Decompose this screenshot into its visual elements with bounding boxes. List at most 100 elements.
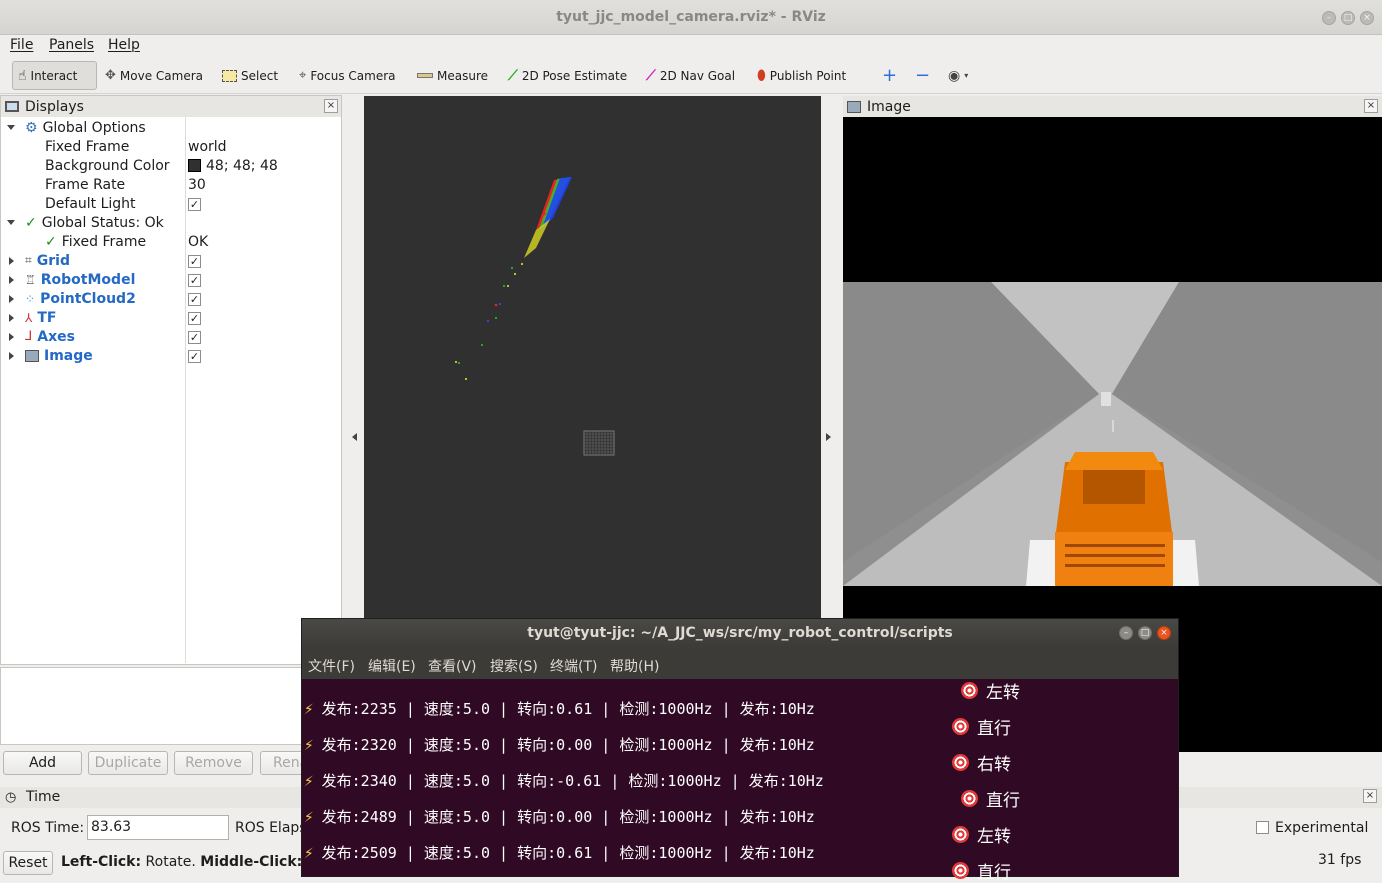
tree-row-fixed-frame[interactable]: Fixed Frame world	[1, 137, 341, 156]
column-divider[interactable]	[185, 117, 186, 663]
collapse-right-icon[interactable]	[826, 433, 831, 441]
add-tool-icon[interactable]: +	[877, 61, 902, 90]
image-icon	[847, 100, 861, 113]
remove-tool-icon[interactable]: −	[910, 61, 935, 90]
direction-text: 左转	[977, 827, 1011, 847]
tree-row-image[interactable]: Image ✓	[1, 346, 341, 365]
robot-icon: ♖	[25, 272, 36, 287]
experimental-label: Experimental	[1275, 820, 1369, 836]
terminal-window[interactable]: tyut@tyut-jjc: ~/A_JJC_ws/src/my_robot_c…	[301, 618, 1179, 883]
tree-row-global-options[interactable]: ⚙ Global Options	[1, 118, 341, 137]
displays-close-button[interactable]: ×	[324, 99, 338, 113]
close-button[interactable]: ×	[1360, 11, 1374, 25]
tree-row-robotmodel[interactable]: ♖ RobotModel ✓	[1, 270, 341, 289]
monitor-icon	[5, 101, 19, 112]
tree-row-status-fixed-frame[interactable]: ✓ Fixed Frame OK	[1, 232, 341, 251]
duplicate-button[interactable]: Duplicate	[88, 751, 168, 775]
terminal-menu-search[interactable]: 搜索(S)	[490, 656, 538, 676]
tf-icon: ⅄	[25, 310, 33, 325]
color-swatch[interactable]	[188, 159, 201, 172]
3d-viewport[interactable]	[364, 96, 821, 618]
focus-camera-tool[interactable]: ⌖ Focus Camera	[294, 61, 401, 90]
fps-label: 31 fps	[1318, 852, 1362, 868]
tree-row-frame-rate[interactable]: Frame Rate 30	[1, 175, 341, 194]
frame-rate-value[interactable]: 30	[188, 177, 206, 193]
tree-row-background-color[interactable]: Background Color 48; 48; 48	[1, 156, 341, 175]
nav-goal-tool[interactable]: ⟋ 2D Nav Goal	[641, 61, 740, 90]
terminal-minimize-button[interactable]: –	[1119, 626, 1133, 640]
tf-checkbox[interactable]: ✓	[188, 311, 201, 325]
grid-checkbox[interactable]: ✓	[188, 254, 201, 268]
gear-icon: ⚙	[25, 119, 38, 136]
pose-estimate-tool[interactable]: ⟋ 2D Pose Estimate	[503, 61, 632, 90]
experimental-checkbox[interactable]	[1256, 821, 1269, 838]
minimize-button[interactable]: –	[1322, 11, 1336, 25]
map-pin-icon: ⬮	[757, 67, 766, 84]
expand-arrow-icon[interactable]	[9, 294, 14, 303]
expand-arrow-icon[interactable]	[9, 275, 14, 284]
checkmark-icon: ✓	[45, 233, 57, 250]
reset-button[interactable]: Reset	[3, 851, 53, 875]
robotmodel-checkbox[interactable]: ✓	[188, 273, 201, 287]
direction-text: 直行	[986, 791, 1020, 811]
tree-row-tf[interactable]: ⅄ TF ✓	[1, 308, 341, 327]
lightning-icon: ⚡	[304, 807, 314, 826]
terminal-maximize-button[interactable]: □	[1138, 626, 1152, 640]
display-item-grid: Grid	[36, 252, 70, 269]
ros-time-field[interactable]: 83.63	[87, 815, 229, 840]
expand-arrow-icon[interactable]	[7, 220, 15, 225]
select-icon	[222, 69, 237, 82]
axes-checkbox[interactable]: ✓	[188, 330, 201, 344]
maximize-button[interactable]: □	[1341, 11, 1355, 25]
move-camera-tool[interactable]: ✥ Move Camera	[100, 61, 208, 90]
remove-button[interactable]: Remove	[174, 751, 253, 775]
publish-point-tool[interactable]: ⬮ Publish Point	[752, 61, 851, 90]
default-light-checkbox[interactable]: ✓	[188, 197, 201, 211]
menu-panels[interactable]: Panels	[49, 37, 94, 53]
display-item-pointcloud2: PointCloud2	[40, 290, 136, 307]
move-camera-label: Move Camera	[119, 68, 203, 83]
expand-arrow-icon[interactable]	[9, 351, 14, 360]
tree-row-global-status[interactable]: ✓ Global Status: Ok	[1, 213, 341, 232]
terminal-output-line: ⚡ 发布:2235 | 速度:5.0 | 转向:0.61 | 检测:1000Hz …	[304, 698, 815, 719]
terminal-menu-terminal[interactable]: 终端(T)	[550, 656, 597, 676]
select-tool[interactable]: Select	[217, 61, 283, 90]
menu-file[interactable]: File	[10, 37, 33, 53]
nav-goal-label: 2D Nav Goal	[659, 68, 736, 83]
window-titlebar[interactable]: tyut_jjc_model_camera.rviz* - RViz – □ ×	[0, 0, 1382, 35]
time-panel-close-button[interactable]: ×	[1363, 789, 1377, 803]
terminal-menu-edit[interactable]: 编辑(E)	[368, 656, 416, 676]
expand-arrow-icon[interactable]	[9, 332, 14, 341]
measure-tool[interactable]: Measure	[412, 61, 493, 90]
expand-arrow-icon[interactable]	[7, 125, 15, 130]
tree-row-grid[interactable]: ⌗ Grid ✓	[1, 251, 341, 270]
expand-arrow-icon[interactable]	[9, 256, 14, 265]
display-item-image: Image	[44, 347, 93, 364]
lightning-icon: ⚡	[304, 843, 314, 862]
expand-arrow-icon[interactable]	[9, 313, 14, 322]
terminal-menu-file[interactable]: 文件(F)	[308, 656, 355, 676]
terminal-menu-view[interactable]: 查看(V)	[428, 656, 477, 676]
global-status-label: Global Status: Ok	[41, 214, 164, 231]
tree-row-pointcloud2[interactable]: ⁘ PointCloud2 ✓	[1, 289, 341, 308]
lightning-icon: ⚡	[304, 735, 314, 754]
image-checkbox[interactable]: ✓	[188, 349, 201, 363]
collapse-left-icon[interactable]	[352, 433, 357, 441]
image-panel-close-button[interactable]: ×	[1364, 99, 1378, 113]
eye-icon[interactable]: ◉ ▾	[943, 61, 973, 90]
image-panel-header: Image	[843, 96, 1382, 117]
tree-row-default-light[interactable]: Default Light ✓	[1, 194, 341, 213]
terminal-titlebar[interactable]: tyut@tyut-jjc: ~/A_JJC_ws/src/my_robot_c…	[302, 619, 1178, 648]
add-button[interactable]: Add	[3, 751, 82, 775]
terminal-menu-help[interactable]: 帮助(H)	[610, 656, 659, 676]
terminal-close-button[interactable]: ×	[1157, 626, 1171, 640]
interact-tool[interactable]: ☝ Interact	[12, 61, 97, 90]
display-item-robotmodel: RobotModel	[40, 271, 136, 288]
clock-icon: ◷	[5, 790, 17, 805]
tree-row-axes[interactable]: ⅃ Axes ✓	[1, 327, 341, 346]
fixed-frame-value[interactable]: world	[188, 139, 227, 155]
background-color-value[interactable]: 48; 48; 48	[206, 158, 278, 174]
pointcloud2-checkbox[interactable]: ✓	[188, 292, 201, 306]
menu-help[interactable]: Help	[108, 37, 140, 53]
target-icon	[952, 754, 969, 771]
